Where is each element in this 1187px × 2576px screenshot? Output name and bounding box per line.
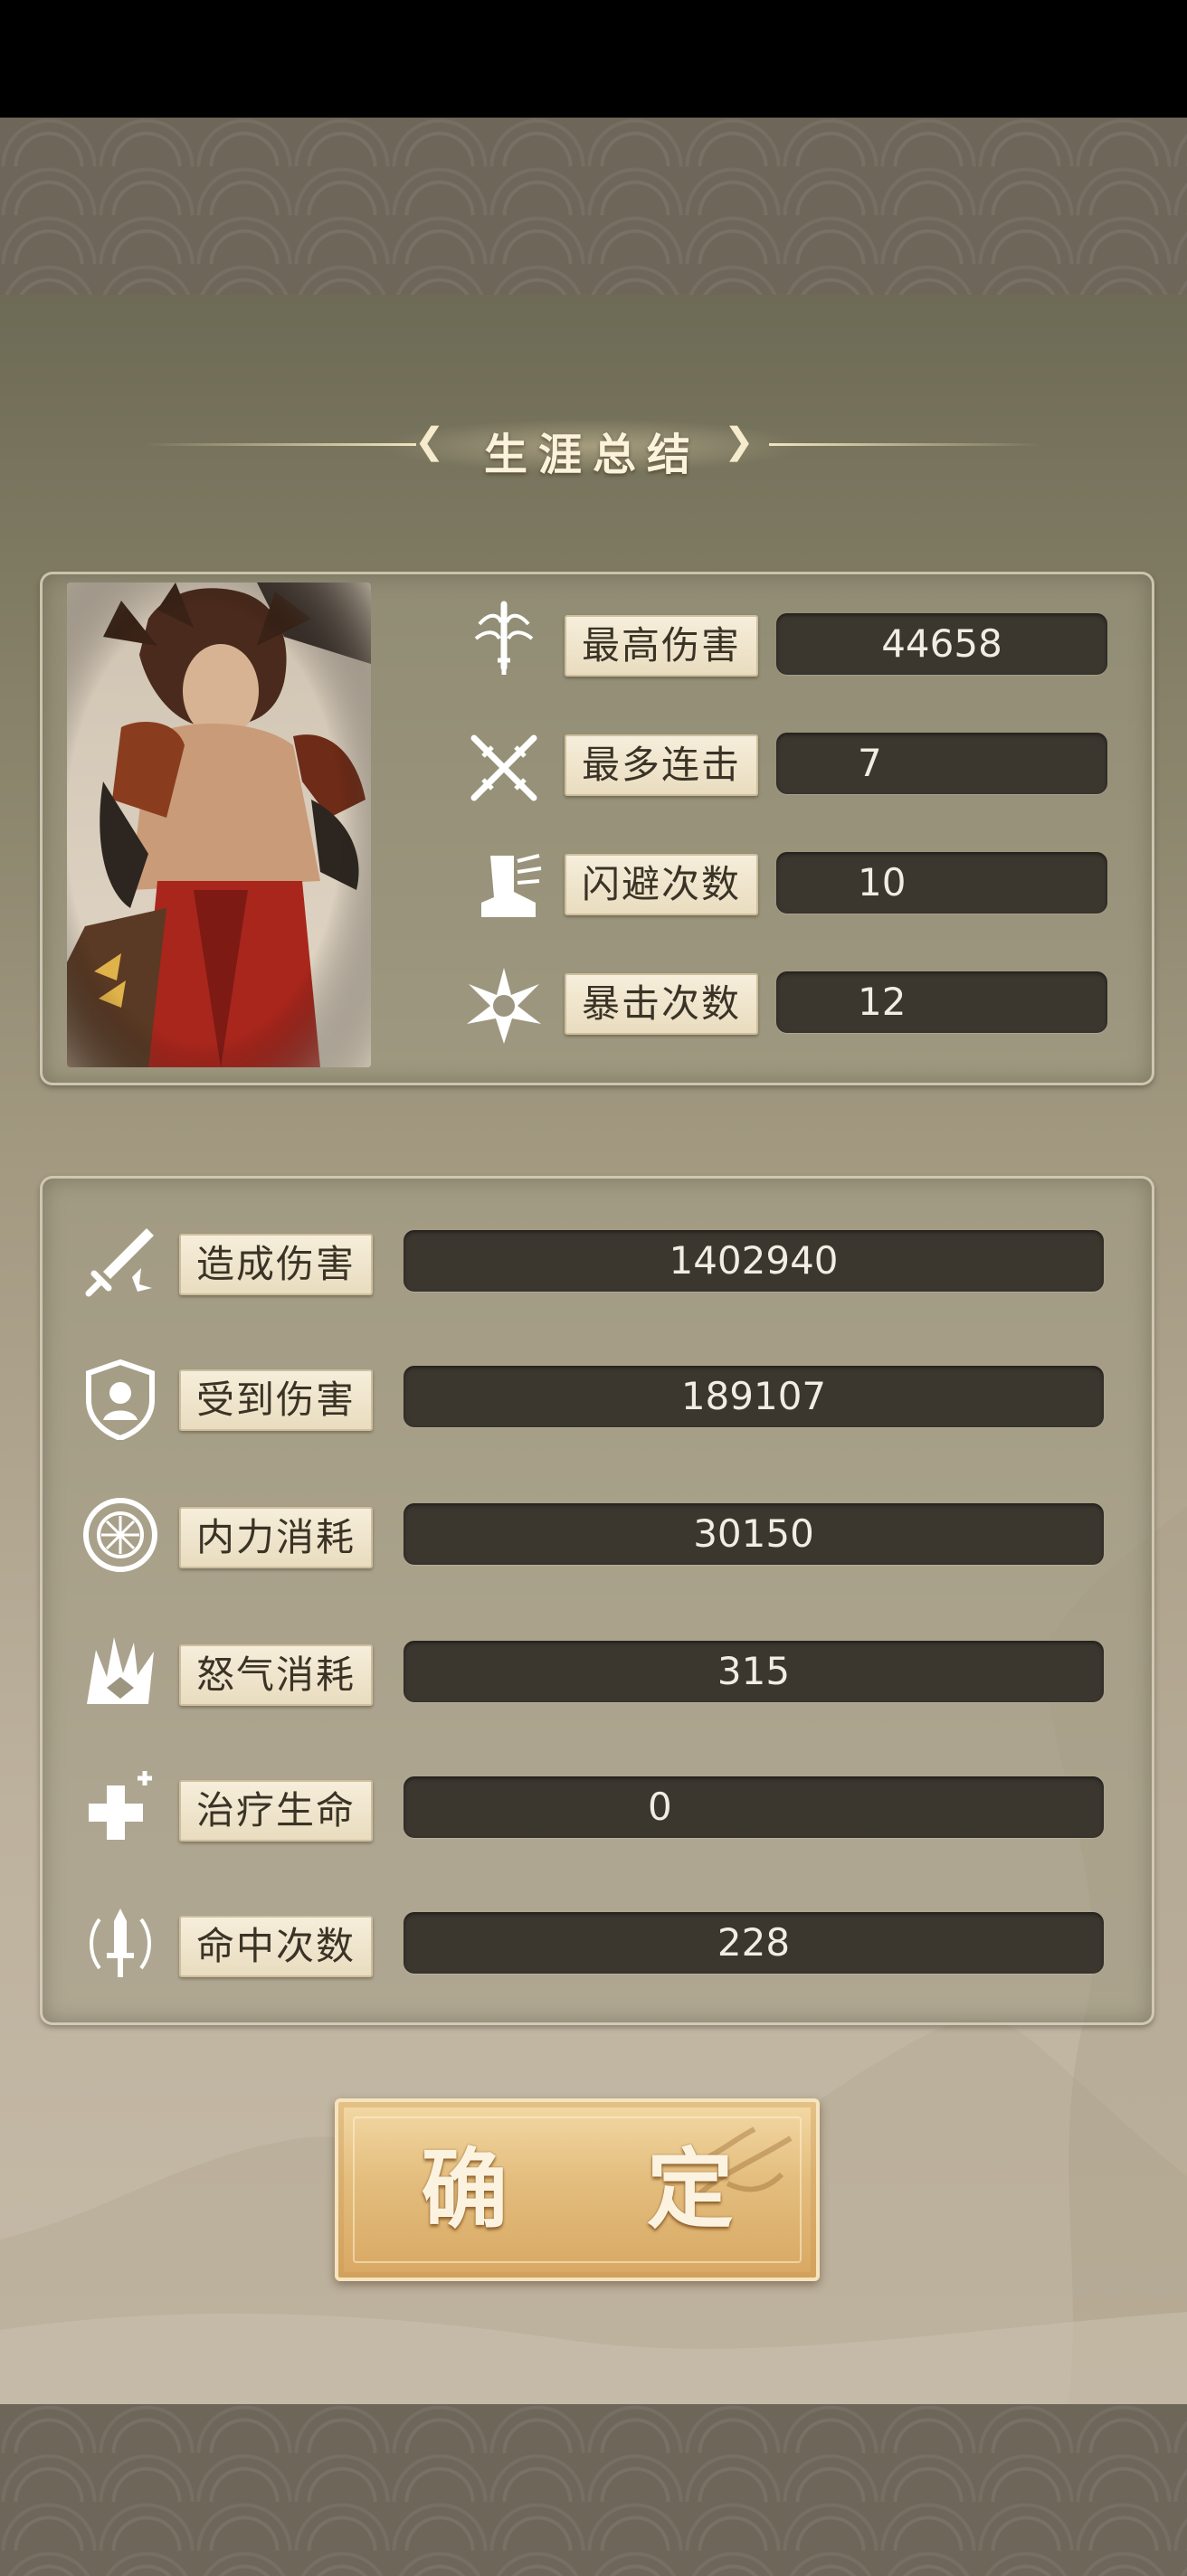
confirm-button[interactable]: 确 定 <box>335 2098 820 2281</box>
stat-value: 189107 <box>404 1366 1104 1427</box>
page-title: 生涯总结 <box>483 430 701 480</box>
stat-value: 44658 <box>776 613 1107 675</box>
stat-label: 内力消耗 <box>179 1507 373 1568</box>
boot-icon <box>481 854 542 917</box>
stat-label: 怒气消耗 <box>179 1644 373 1706</box>
stat-value: 0 <box>404 1776 1104 1838</box>
warrior-portrait <box>67 582 371 1067</box>
totals-panel <box>40 1176 1154 2025</box>
crossed-swords-icon <box>470 734 537 801</box>
title-divider-right <box>769 443 1040 446</box>
wave-pattern-footer <box>0 2404 1187 2576</box>
stat-label: 暴击次数 <box>565 973 758 1035</box>
shield-icon <box>86 1359 155 1440</box>
circle-emblem-icon <box>83 1498 157 1572</box>
stat-value: 12 <box>776 971 1107 1033</box>
bamboo-sword-icon <box>474 601 534 675</box>
stat-label: 受到伤害 <box>179 1369 373 1431</box>
page-title-banner: ❮ 生涯总结 ❯ <box>0 412 1187 480</box>
stat-value: 30150 <box>404 1503 1104 1565</box>
burst-icon <box>467 968 541 1044</box>
stat-label: 闪避次数 <box>565 854 758 915</box>
hit-dagger-icon <box>90 1908 151 1977</box>
title-divider-left <box>145 443 416 446</box>
stat-label: 最多连击 <box>565 734 758 796</box>
stat-value: 228 <box>404 1912 1104 1974</box>
stat-label: 治疗生命 <box>179 1780 373 1842</box>
heal-cross-icon <box>89 1771 152 1840</box>
sword-icon <box>85 1228 154 1297</box>
chevron-left-icon: ❮ <box>414 421 445 462</box>
status-bar-area <box>0 0 1187 118</box>
stat-label: 命中次数 <box>179 1916 373 1977</box>
stat-value: 7 <box>776 733 1107 794</box>
rage-burst-icon <box>87 1637 154 1704</box>
stat-value: 1402940 <box>404 1230 1104 1292</box>
confirm-button-label: 确 定 <box>421 2138 788 2240</box>
stat-label: 造成伤害 <box>179 1234 373 1295</box>
chevron-right-icon: ❯ <box>724 421 755 462</box>
wave-pattern-header <box>0 118 1187 295</box>
stat-value: 315 <box>404 1641 1104 1702</box>
stat-value: 10 <box>776 852 1107 914</box>
stat-label: 最高伤害 <box>565 615 758 677</box>
